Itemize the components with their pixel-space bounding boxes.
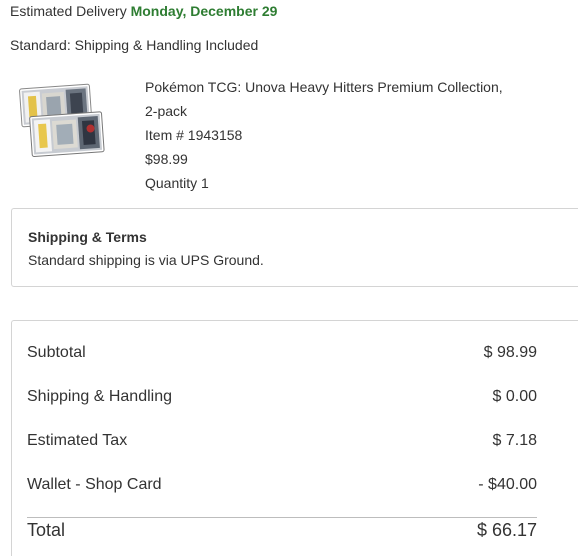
shipping-method: Standard: Shipping & Handling Included	[10, 37, 259, 53]
delivery-label: Estimated Delivery	[10, 3, 127, 19]
shipping-terms-box: Shipping & Terms Standard shipping is vi…	[11, 208, 578, 287]
total-value: $ 66.17	[476, 520, 537, 540]
shipping-handling-label: Shipping & Handling	[27, 388, 172, 405]
shipping-terms-text: Standard shipping is via UPS Ground.	[28, 252, 264, 268]
order-summary-page: Estimated Delivery Monday, December 29 S…	[0, 0, 578, 556]
estimated-tax-label: Estimated Tax	[27, 432, 128, 449]
total-divider	[27, 517, 537, 518]
shipping-terms-title: Shipping & Terms	[28, 229, 147, 245]
product-title-line1[interactable]: Pokémon TCG: Unova Heavy Hitters Premium…	[145, 75, 503, 99]
product-item-number: Item # 1943158	[145, 127, 243, 143]
subtotal-value: $ 98.99	[483, 344, 537, 361]
shipping-handling-value: $ 0.00	[492, 388, 537, 405]
wallet-shop-card-value: - $40.00	[478, 476, 537, 493]
estimated-delivery: Estimated Delivery Monday, December 29	[10, 3, 277, 19]
product-price: $98.99	[145, 151, 188, 167]
product-image	[17, 80, 109, 162]
product-quantity: Quantity 1	[145, 175, 209, 191]
delivery-date: Monday, December 29	[130, 3, 278, 19]
estimated-tax-value: $ 7.18	[492, 432, 537, 449]
total-label: Total	[27, 520, 66, 540]
product-title-line2[interactable]: 2-pack	[145, 99, 503, 123]
price-summary-box: Subtotal $ 98.99 Shipping & Handling $ 0…	[11, 320, 578, 556]
subtotal-label: Subtotal	[27, 344, 86, 361]
wallet-shop-card-label: Wallet - Shop Card	[27, 476, 162, 493]
product-details: Pokémon TCG: Unova Heavy Hitters Premium…	[145, 75, 503, 195]
